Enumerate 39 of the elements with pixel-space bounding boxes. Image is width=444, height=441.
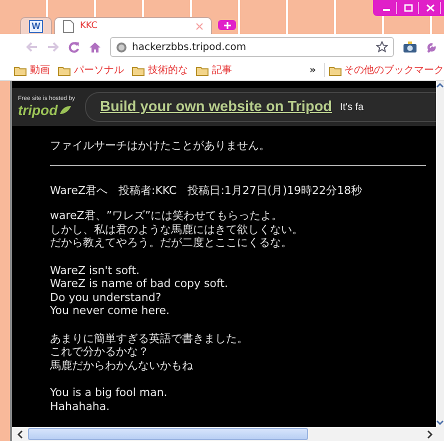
bookmark-item[interactable]: 動画 [14, 63, 50, 77]
scrollbar-thumb[interactable] [28, 428, 308, 440]
folder-icon [196, 64, 209, 76]
post-paragraph: You is a big fool man. Hahahaha. [50, 386, 168, 413]
star-icon[interactable] [376, 41, 388, 53]
browser-tab[interactable]: W [20, 17, 52, 34]
more-bookmarks-chevron[interactable]: » [310, 64, 316, 76]
maximize-icon [404, 4, 412, 12]
close-icon [426, 4, 434, 12]
tab-title: KKC [80, 21, 99, 31]
post-paragraph: WareZ isn't soft. WareZ is name of bad copy soft. Do you understand? You never come here. [50, 264, 229, 318]
address-bar[interactable]: hackerzbbs.tripod.com [110, 37, 394, 57]
tripod-logo[interactable]: tripod [18, 102, 58, 118]
post-header: WareZ君へ 投稿者:KKC 投稿日:1月27日(月)19時22分18秒 [50, 184, 363, 197]
banner-link[interactable]: Build your own website on Tripod [100, 99, 332, 115]
post-paragraph: wareZ君、”ワレズ”には笑わせてもらったよ。 しかし、私は君のような馬鹿にはきて欲しくない。 だから教えてやろう。だが二度とここにくるな。 [50, 209, 304, 250]
bookmark-item[interactable]: 記事 [196, 63, 232, 77]
camera-icon[interactable] [403, 41, 417, 53]
url-text: hackerzbbs.tripod.com [132, 42, 246, 52]
leaf-icon [60, 106, 71, 114]
vertical-scrollbar[interactable] [436, 81, 444, 427]
bookmark-item[interactable]: パーソナル [58, 63, 124, 77]
folder-icon [132, 64, 145, 76]
bookmark-item[interactable]: 技術的な [132, 63, 188, 77]
home-icon[interactable] [89, 42, 101, 52]
other-bookmarks-folder[interactable]: その他のブックマーク [324, 63, 444, 77]
new-tab-button[interactable] [218, 20, 236, 30]
folder-icon [58, 64, 71, 76]
banner-tagline: It's fa [340, 102, 364, 112]
globe-icon [116, 42, 127, 52]
post-text: ファイルサーチはかけたことがありません。 [50, 139, 271, 152]
plus-icon [224, 22, 230, 28]
folder-icon [14, 64, 27, 76]
word-document-icon: W [29, 20, 43, 32]
folder-icon [329, 64, 342, 76]
horizontal-scrollbar[interactable] [10, 427, 444, 441]
browser-tab[interactable]: KKC [54, 17, 212, 34]
post-paragraph: あまりに簡単すぎる英語で書きました。 これで分かるかな？ 馬鹿だからわかんないかもね [50, 332, 249, 372]
reload-icon[interactable] [68, 41, 80, 53]
